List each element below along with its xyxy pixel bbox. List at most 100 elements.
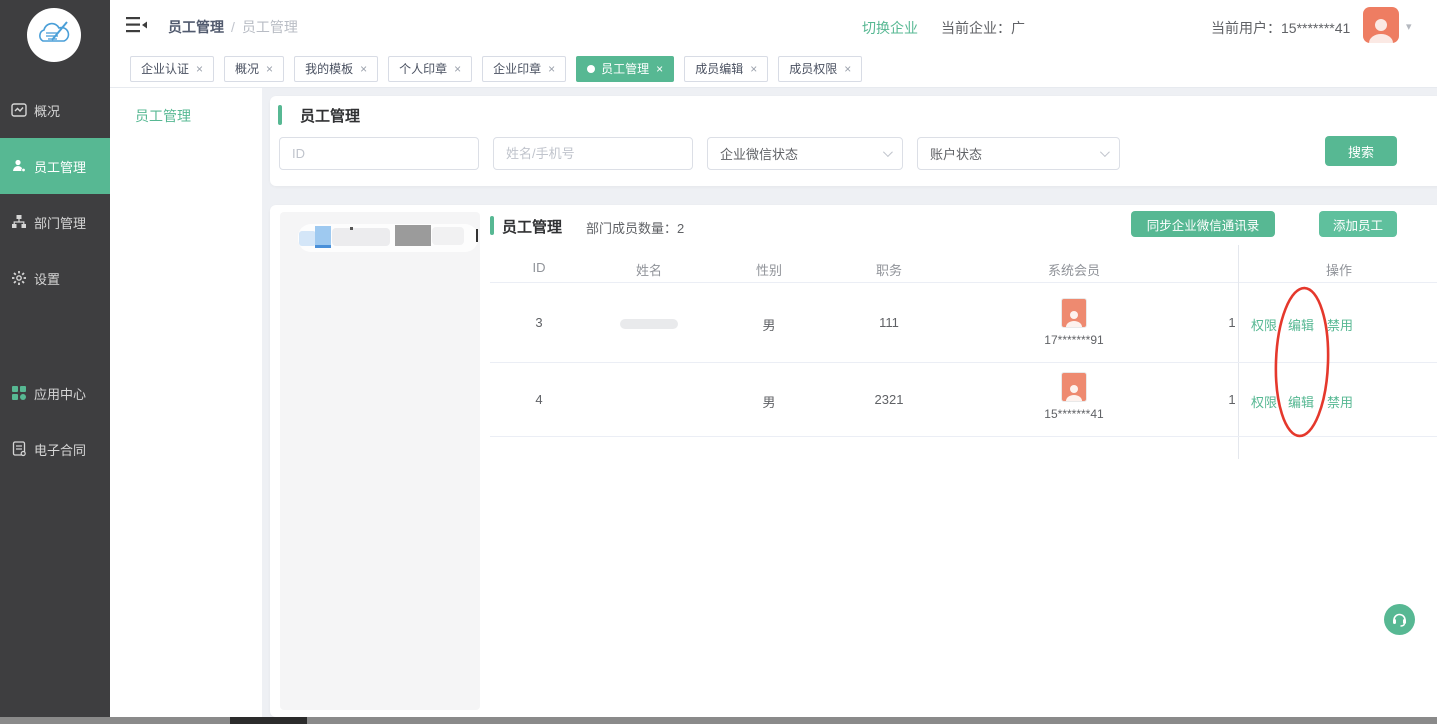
switch-company-link[interactable]: 切换企业: [862, 18, 918, 38]
sidebar-item-overview[interactable]: 概况: [0, 82, 110, 138]
close-icon[interactable]: ×: [360, 62, 367, 76]
sidebar-item-label: 电子合同: [34, 440, 86, 459]
search-button[interactable]: 搜索: [1325, 136, 1397, 166]
cell-clipped-value: 1: [1228, 392, 1235, 407]
col-header-member: 系统会员: [1048, 260, 1100, 279]
tab-label: 企业认证: [141, 60, 189, 77]
member-count: 部门成员数量：2: [586, 218, 684, 237]
close-icon[interactable]: ×: [844, 62, 851, 76]
redacted-blob: [350, 227, 353, 230]
filter-card: 员工管理 企业微信状态 账户状态 搜索: [270, 96, 1437, 186]
account-status-select[interactable]: 账户状态: [917, 137, 1120, 170]
breadcrumb-current: 员工管理: [242, 19, 298, 35]
redacted-blob: [299, 231, 316, 246]
red-circle-annotation: [1270, 283, 1334, 443]
member-avatar: [1061, 298, 1087, 328]
sidebar-item-app-center[interactable]: 应用中心: [0, 365, 110, 421]
tab-member-edit[interactable]: 成员编辑 ×: [684, 56, 768, 82]
tab-label: 概况: [235, 60, 259, 77]
col-header-gender: 性别: [756, 260, 782, 279]
close-icon[interactable]: ×: [266, 62, 273, 76]
select-placeholder: 账户状态: [930, 144, 982, 163]
app-logo[interactable]: [27, 8, 81, 62]
member-count-label: 部门成员数量：: [586, 221, 677, 236]
tab-member-permissions[interactable]: 成员权限 ×: [778, 56, 862, 82]
tab-label: 企业印章: [493, 60, 541, 77]
close-icon[interactable]: ×: [750, 62, 757, 76]
employee-person-icon: [11, 158, 27, 174]
col-header-job: 职务: [876, 260, 902, 279]
scrollbar-thumb[interactable]: [230, 717, 307, 724]
tab-label: 个人印章: [399, 60, 447, 77]
horizontal-scrollbar[interactable]: [0, 717, 1437, 724]
redacted-blob: [395, 225, 431, 246]
cell-gender: 男: [762, 392, 775, 411]
id-input[interactable]: [279, 137, 479, 170]
section-accent-bar: [490, 216, 494, 235]
close-icon[interactable]: ×: [196, 62, 203, 76]
department-tree-icon: [11, 214, 27, 230]
sync-wechat-contacts-button[interactable]: 同步企业微信通讯录: [1131, 211, 1275, 237]
tab-enterprise-auth[interactable]: 企业认证 ×: [130, 56, 214, 82]
tab-enterprise-seal[interactable]: 企业印章 ×: [482, 56, 566, 82]
close-icon[interactable]: ×: [548, 62, 555, 76]
avatar-person-icon: [1366, 15, 1396, 43]
sidebar-item-label: 部门管理: [34, 213, 86, 232]
cell-id: 3: [535, 315, 542, 330]
cell-id: 4: [535, 392, 542, 407]
employee-table-card: 员工管理 部门成员数量：2 同步企业微信通讯录 添加员工 ID 姓名 性别 职务…: [270, 205, 1437, 717]
cloud-signature-logo-icon: [34, 15, 74, 55]
breadcrumb-separator: /: [231, 19, 235, 35]
avatar-person-icon: [1064, 383, 1084, 401]
avatar-person-icon: [1064, 309, 1084, 327]
user-menu-caret-icon[interactable]: ▾: [1406, 20, 1412, 33]
cell-name-redacted: [620, 319, 678, 329]
cell-gender: 男: [762, 315, 775, 334]
redacted-blob: [476, 229, 478, 242]
filter-card-title: 员工管理: [300, 105, 360, 126]
wechat-status-select[interactable]: 企业微信状态: [707, 137, 903, 170]
sidebar-item-e-contract[interactable]: 电子合同: [0, 421, 110, 477]
close-icon[interactable]: ×: [454, 62, 461, 76]
sidebar-item-label: 概况: [34, 101, 60, 120]
customer-service-fab[interactable]: [1384, 604, 1415, 635]
sidebar-item-label: 设置: [34, 269, 60, 288]
contract-document-icon: [11, 441, 27, 457]
overview-chart-icon: [11, 102, 27, 118]
fixed-column-divider: [1238, 245, 1239, 459]
tab-employee-management[interactable]: 员工管理×: [576, 56, 674, 82]
sidebar-item-label: 员工管理: [34, 157, 86, 176]
tab-overview[interactable]: 概况 ×: [224, 56, 284, 82]
redacted-blob: [315, 245, 331, 248]
section-accent-bar: [278, 105, 282, 125]
close-icon[interactable]: ×: [656, 62, 663, 76]
breadcrumb: 员工管理 / 员工管理: [168, 17, 298, 37]
user-avatar[interactable]: [1363, 7, 1399, 43]
sidebar-item-settings[interactable]: 设置: [0, 250, 110, 306]
cell-job: 2321: [875, 392, 904, 407]
redacted-blob: [332, 228, 390, 246]
add-employee-button[interactable]: 添加员工: [1319, 211, 1397, 237]
chevron-down-icon: [883, 147, 893, 157]
app-center-grid-icon: [11, 385, 27, 401]
member-count-value: 2: [677, 221, 684, 236]
tab-personal-seal[interactable]: 个人印章 ×: [388, 56, 472, 82]
breadcrumb-parent[interactable]: 员工管理: [168, 19, 224, 35]
department-tree-panel-redacted: [280, 212, 480, 710]
select-placeholder: 企业微信状态: [720, 144, 798, 163]
cell-clipped-value: 1: [1228, 315, 1235, 330]
headset-icon: [1391, 611, 1408, 628]
tab-label: 成员编辑: [695, 60, 743, 77]
sidebar-item-employees[interactable]: 员工管理: [0, 138, 110, 194]
tab-label: 成员权限: [789, 60, 837, 77]
name-phone-input[interactable]: [493, 137, 693, 170]
tab-my-templates[interactable]: 我的模板×: [294, 56, 378, 82]
redacted-blob: [315, 226, 331, 245]
col-header-actions: 操作: [1326, 260, 1352, 279]
sidebar-item-departments[interactable]: 部门管理: [0, 194, 110, 250]
cell-member-phone: 17*******91: [1044, 333, 1103, 347]
current-user-label: 当前用户：15*******41: [1211, 18, 1350, 38]
submenu-item-employees[interactable]: 员工管理: [135, 106, 262, 126]
collapse-menu-icon[interactable]: [126, 17, 147, 33]
col-header-name: 姓名: [636, 260, 662, 279]
